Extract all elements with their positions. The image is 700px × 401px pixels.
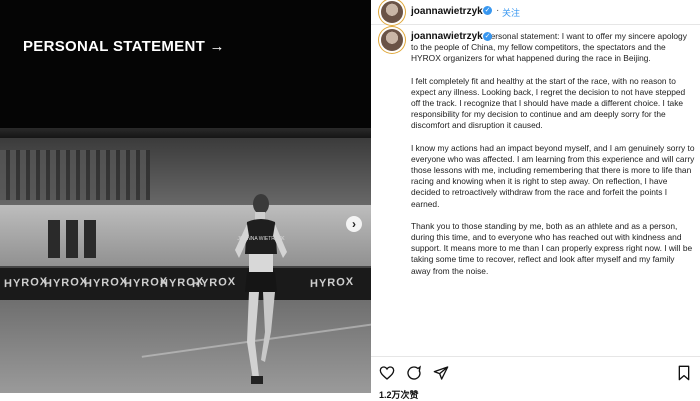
banner-text: HYROX <box>4 275 49 291</box>
post-header: joannawietrzyk ✓ · 关注 <box>371 0 700 25</box>
next-image-button[interactable]: › <box>346 216 362 232</box>
image-background <box>0 0 371 135</box>
action-bar: 1.2万次赞 <box>371 356 700 400</box>
share-icon[interactable] <box>433 365 449 381</box>
comment-icon[interactable] <box>406 365 422 381</box>
caption-paragraph: Thank you to those standing by me, both … <box>411 220 693 276</box>
avatar[interactable] <box>381 29 403 51</box>
separator: · <box>496 5 500 16</box>
banner-text: HYROX <box>310 275 355 291</box>
caption-text: Personal statement: I want to offer my s… <box>411 31 695 288</box>
username[interactable]: joannawietrzyk <box>411 6 483 17</box>
hyrox-banner: HYROX HYROX HYROX HYROX HYROX HYROX HYRO… <box>0 266 371 304</box>
verified-badge-icon: ✓ <box>483 32 492 41</box>
verified-badge-icon: ✓ <box>483 6 492 15</box>
caption-section: Personal statement: I want to offer my s… <box>371 24 700 354</box>
post-details-panel: joannawietrzyk ✓ · 关注 Personal statement… <box>371 0 700 400</box>
wall-window <box>48 220 60 258</box>
heart-icon[interactable] <box>379 365 395 381</box>
caption-paragraph: I know my actions had an impact beyond m… <box>411 142 695 209</box>
stadium-roof <box>0 128 371 138</box>
overlay-title: PERSONAL STATEMENT → <box>23 38 225 55</box>
wall-window <box>66 220 78 258</box>
post-image[interactable]: HYROX HYROX HYROX HYROX HYROX HYROX HYRO… <box>0 0 371 393</box>
arena-wall <box>0 205 371 270</box>
banner-text: HYROX <box>44 275 89 291</box>
caption-username[interactable]: joannawietrzyk <box>411 31 483 42</box>
spectators <box>0 150 150 200</box>
running-track <box>0 300 371 393</box>
follow-button[interactable]: 关注 <box>502 6 520 19</box>
banner-text: HYROX <box>84 275 129 291</box>
likes-count[interactable]: 1.2万次赞 <box>379 388 419 401</box>
chevron-right-icon: › <box>352 217 356 231</box>
caption-paragraph: I felt completely fit and healthy at the… <box>411 75 686 131</box>
wall-window <box>84 220 96 258</box>
avatar[interactable] <box>381 1 403 23</box>
runner-figure: JOANNA WIETRZYK <box>235 194 287 384</box>
bookmark-icon[interactable] <box>676 365 692 381</box>
